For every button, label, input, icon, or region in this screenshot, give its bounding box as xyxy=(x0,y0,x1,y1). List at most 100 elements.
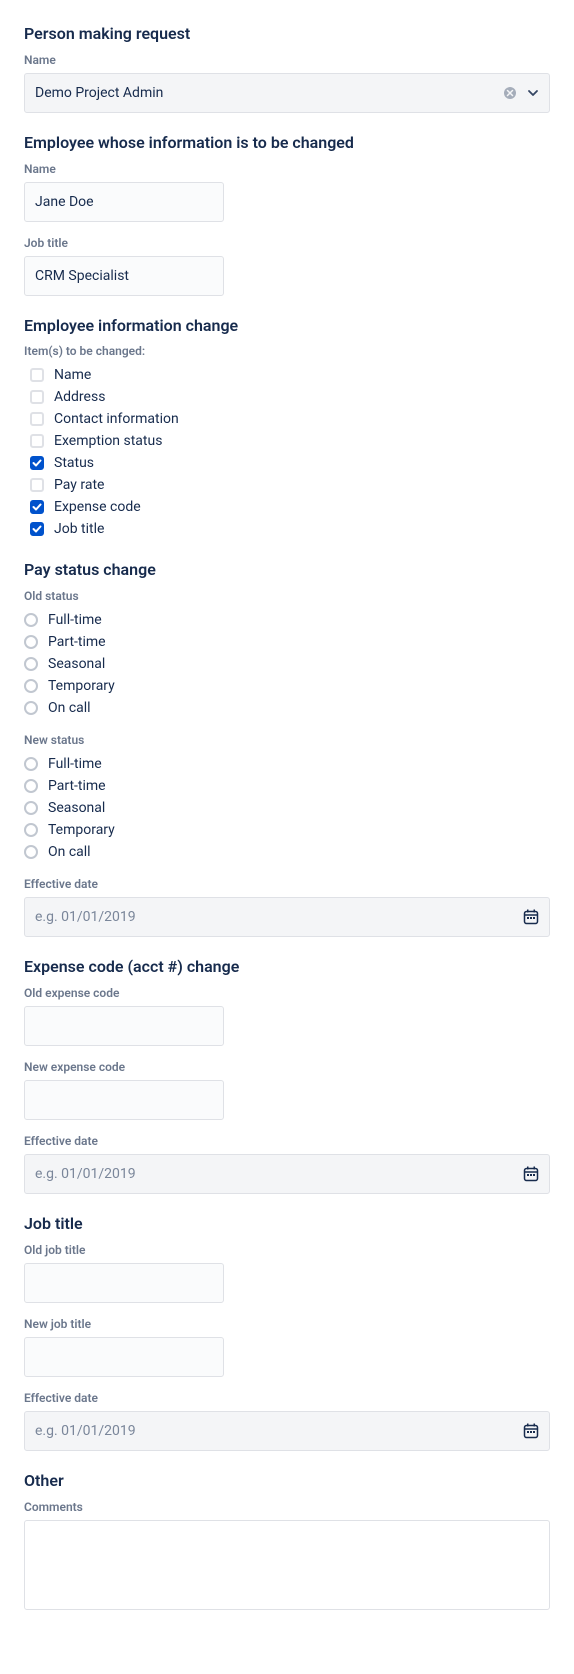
radio-icon[interactable] xyxy=(24,701,38,715)
checkbox-row[interactable]: Status xyxy=(24,452,550,474)
radio-label: Temporary xyxy=(48,822,115,838)
checkbox-label: Pay rate xyxy=(54,477,104,493)
pay-effective-date-input[interactable]: e.g. 01/01/2019 xyxy=(24,897,550,937)
checkbox-row[interactable]: Contact information xyxy=(24,408,550,430)
radio-icon[interactable] xyxy=(24,613,38,627)
expense-effective-date-input[interactable]: e.g. 01/01/2019 xyxy=(24,1154,550,1194)
radio-row[interactable]: Part-time xyxy=(24,775,550,797)
requester-name-value: Demo Project Admin xyxy=(35,85,163,101)
radio-row[interactable]: Full-time xyxy=(24,753,550,775)
pay-effective-label: Effective date xyxy=(24,877,550,891)
old-jobtitle-label: Old job title xyxy=(24,1243,550,1257)
radio-row[interactable]: Temporary xyxy=(24,675,550,697)
checkbox-row[interactable]: Pay rate xyxy=(24,474,550,496)
old-jobtitle-input[interactable] xyxy=(24,1263,224,1303)
new-expense-label: New expense code xyxy=(24,1060,550,1074)
old-status-label: Old status xyxy=(24,589,550,603)
radio-label: Part-time xyxy=(48,778,106,794)
radio-label: On call xyxy=(48,844,91,860)
radio-icon[interactable] xyxy=(24,657,38,671)
requester-title: Person making request xyxy=(24,24,550,45)
old-expense-input[interactable] xyxy=(24,1006,224,1046)
chevron-down-icon[interactable] xyxy=(527,87,539,99)
checkbox-icon[interactable] xyxy=(30,456,44,470)
items-checklist: Name Address Contact information Exemption … xyxy=(24,364,550,540)
section-requester: Person making request Name Demo Project … xyxy=(24,24,550,113)
clear-icon[interactable] xyxy=(503,86,517,100)
radio-label: Part-time xyxy=(48,634,106,650)
requester-name-label: Name xyxy=(24,53,550,67)
checkbox-icon[interactable] xyxy=(30,500,44,514)
checkbox-row[interactable]: Expense code xyxy=(24,496,550,518)
checkbox-label: Contact information xyxy=(54,411,179,427)
checkbox-label: Expense code xyxy=(54,499,141,515)
radio-row[interactable]: On call xyxy=(24,841,550,863)
checkbox-label: Job title xyxy=(54,521,104,537)
jobtitle-section-title: Job title xyxy=(24,1214,550,1235)
radio-label: Temporary xyxy=(48,678,115,694)
new-status-radios: Full-time Part-time Seasonal Temporary On ca… xyxy=(24,753,550,863)
radio-row[interactable]: Seasonal xyxy=(24,653,550,675)
section-pay-status: Pay status change Old status Full-time Pa… xyxy=(24,560,550,937)
pay-status-title: Pay status change xyxy=(24,560,550,581)
checkbox-icon[interactable] xyxy=(30,390,44,404)
comments-textarea[interactable] xyxy=(24,1520,550,1610)
radio-icon[interactable] xyxy=(24,823,38,837)
jobtitle-effective-label: Effective date xyxy=(24,1391,550,1405)
employee-jobtitle-input[interactable]: CRM Specialist xyxy=(24,256,224,296)
checkbox-row[interactable]: Exemption status xyxy=(24,430,550,452)
section-expense: Expense code (acct #) change Old expense… xyxy=(24,957,550,1194)
checkbox-icon[interactable] xyxy=(30,434,44,448)
radio-icon[interactable] xyxy=(24,679,38,693)
radio-label: Seasonal xyxy=(48,656,105,672)
radio-row[interactable]: Full-time xyxy=(24,609,550,631)
radio-row[interactable]: On call xyxy=(24,697,550,719)
radio-icon[interactable] xyxy=(24,635,38,649)
new-jobtitle-input[interactable] xyxy=(24,1337,224,1377)
checkbox-label: Exemption status xyxy=(54,433,162,449)
checkbox-label: Name xyxy=(54,367,91,383)
radio-icon[interactable] xyxy=(24,779,38,793)
jobtitle-effective-date-input[interactable]: e.g. 01/01/2019 xyxy=(24,1411,550,1451)
other-title: Other xyxy=(24,1471,550,1492)
checkbox-icon[interactable] xyxy=(30,412,44,426)
expense-effective-label: Effective date xyxy=(24,1134,550,1148)
radio-row[interactable]: Seasonal xyxy=(24,797,550,819)
requester-name-select[interactable]: Demo Project Admin xyxy=(24,73,550,113)
employee-name-label: Name xyxy=(24,162,550,176)
checkbox-row[interactable]: Name xyxy=(24,364,550,386)
new-status-label: New status xyxy=(24,733,550,747)
checkbox-row[interactable]: Job title xyxy=(24,518,550,540)
comments-label: Comments xyxy=(24,1500,550,1514)
old-status-radios: Full-time Part-time Seasonal Temporary On ca… xyxy=(24,609,550,719)
expense-title: Expense code (acct #) change xyxy=(24,957,550,978)
checkbox-row[interactable]: Address xyxy=(24,386,550,408)
calendar-icon[interactable] xyxy=(523,909,539,925)
calendar-icon[interactable] xyxy=(523,1166,539,1182)
employee-name-input[interactable]: Jane Doe xyxy=(24,182,224,222)
employee-title: Employee whose information is to be chan… xyxy=(24,133,550,154)
radio-label: Full-time xyxy=(48,612,102,628)
calendar-icon[interactable] xyxy=(523,1423,539,1439)
section-info-change: Employee information change Item(s) to b… xyxy=(24,316,550,541)
radio-icon[interactable] xyxy=(24,757,38,771)
radio-icon[interactable] xyxy=(24,845,38,859)
radio-row[interactable]: Temporary xyxy=(24,819,550,841)
section-employee: Employee whose information is to be chan… xyxy=(24,133,550,296)
new-jobtitle-label: New job title xyxy=(24,1317,550,1331)
employee-jobtitle-label: Job title xyxy=(24,236,550,250)
checkbox-icon[interactable] xyxy=(30,522,44,536)
old-expense-label: Old expense code xyxy=(24,986,550,1000)
checkbox-label: Address xyxy=(54,389,105,405)
radio-label: Seasonal xyxy=(48,800,105,816)
items-label: Item(s) to be changed: xyxy=(24,344,550,358)
checkbox-label: Status xyxy=(54,455,94,471)
radio-label: On call xyxy=(48,700,91,716)
radio-row[interactable]: Part-time xyxy=(24,631,550,653)
new-expense-input[interactable] xyxy=(24,1080,224,1120)
checkbox-icon[interactable] xyxy=(30,368,44,382)
checkbox-icon[interactable] xyxy=(30,478,44,492)
radio-icon[interactable] xyxy=(24,801,38,815)
info-change-title: Employee information change xyxy=(24,316,550,337)
radio-label: Full-time xyxy=(48,756,102,772)
